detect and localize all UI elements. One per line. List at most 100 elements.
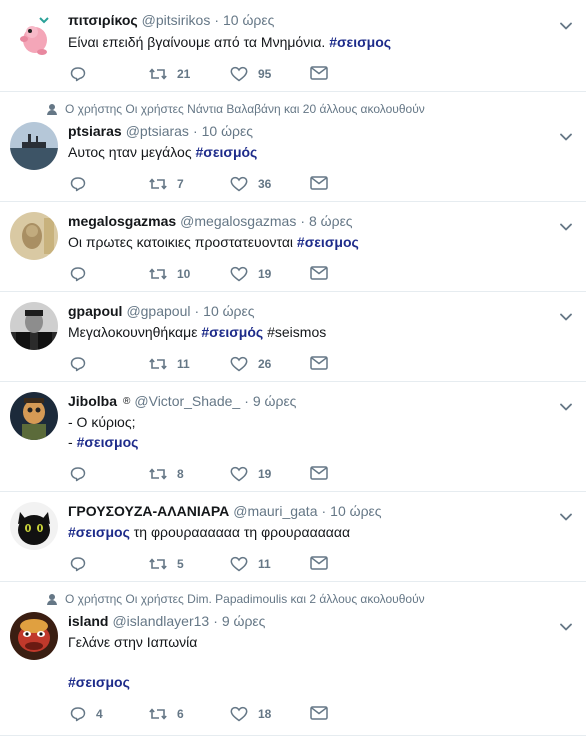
- like-button[interactable]: 95: [230, 66, 271, 82]
- like-icon: [230, 266, 258, 282]
- chevron-down-icon[interactable]: [560, 508, 572, 521]
- like-button[interactable]: 26: [230, 356, 271, 372]
- retweet-button[interactable]: 6: [149, 706, 184, 722]
- tweet-text: #σεισμος τη φρουραααααα τη φρουραααααα: [68, 522, 350, 542]
- message-button[interactable]: [310, 266, 338, 280]
- display-name[interactable]: Jibolba: [68, 393, 117, 409]
- chevron-down-icon[interactable]: [560, 17, 572, 30]
- message-button[interactable]: [310, 176, 338, 190]
- retweet-icon: [149, 706, 177, 722]
- like-count: 18: [258, 707, 272, 721]
- like-button[interactable]: 19: [230, 266, 271, 282]
- reply-button[interactable]: 4: [70, 706, 103, 722]
- hashtag-link[interactable]: #σεισμός: [195, 144, 257, 160]
- message-button[interactable]: [310, 66, 338, 80]
- tweet-text: Αυτος ηταν μεγάλος #σεισμός: [68, 142, 257, 162]
- banknote-portrait-avatar[interactable]: [10, 212, 58, 260]
- goblin-avatar[interactable]: [10, 392, 58, 440]
- ship-sea-avatar[interactable]: [10, 122, 58, 170]
- chevron-down-icon[interactable]: [560, 398, 572, 411]
- display-name[interactable]: ptsiaras: [68, 123, 122, 139]
- tweet-text: Οι πρωτες κατοικιες προστατευονται #σεισ…: [68, 232, 359, 252]
- reply-icon: [70, 266, 96, 282]
- pink-creature-avatar[interactable]: [10, 12, 58, 60]
- display-name[interactable]: πιτσιρίκος: [68, 12, 138, 28]
- reply-button[interactable]: [70, 466, 96, 482]
- message-button[interactable]: [310, 466, 338, 480]
- message-button[interactable]: [310, 356, 338, 370]
- social-context-text[interactable]: Ο χρήστης Οι χρήστες Dim. Papadimoulis κ…: [65, 592, 425, 606]
- retweet-button[interactable]: 21: [149, 66, 190, 82]
- reply-button[interactable]: [70, 556, 96, 572]
- user-handle[interactable]: @ptsiaras: [126, 123, 189, 139]
- chevron-down-icon[interactable]: [560, 618, 572, 631]
- reply-button[interactable]: [70, 66, 96, 82]
- tweet-text: Γελάνε στην Ιαπωνία: [68, 632, 197, 652]
- bw-portrait-avatar[interactable]: [10, 302, 58, 350]
- reply-button[interactable]: [70, 356, 96, 372]
- chevron-down-icon[interactable]: [560, 308, 572, 321]
- chevron-down-icon[interactable]: [560, 128, 572, 141]
- display-name[interactable]: island: [68, 613, 108, 629]
- timestamp[interactable]: 10 ώρες: [330, 503, 381, 519]
- user-handle[interactable]: @gpapoul: [126, 303, 190, 319]
- tweet-card[interactable]: gpapoul @gpapoul · 10 ώρες Μεγαλοκουνηθήκαμε…: [0, 292, 586, 382]
- retweet-button[interactable]: 7: [149, 176, 184, 192]
- user-handle[interactable]: @mauri_gata: [233, 503, 317, 519]
- display-name[interactable]: gpapoul: [68, 303, 122, 319]
- like-button[interactable]: 11: [230, 556, 271, 572]
- reply-icon: [70, 466, 96, 482]
- badge-icon: ®: [123, 395, 131, 407]
- retweet-icon: [149, 66, 177, 82]
- reply-button[interactable]: [70, 176, 96, 192]
- tweet-card[interactable]: Ο χρήστης Οι χρήστες Νάντια Βαλαβάνη και…: [0, 92, 586, 202]
- hashtag-link[interactable]: #σεισμος: [329, 34, 391, 50]
- message-button[interactable]: [310, 706, 338, 720]
- social-context-text[interactable]: Ο χρήστης Οι χρήστες Νάντια Βαλαβάνη και…: [65, 102, 425, 116]
- text-segment: -: [68, 434, 77, 450]
- tweet-text: Είναι επειδή βγαίνουμε από τα Μνημόνια. …: [68, 32, 391, 52]
- tweet-text: - #σεισμος: [68, 432, 138, 452]
- user-handle[interactable]: @megalosgazmas: [180, 213, 296, 229]
- timestamp[interactable]: 9 ώρες: [253, 393, 297, 409]
- retweet-button[interactable]: 11: [149, 356, 190, 372]
- timestamp[interactable]: 10 ώρες: [223, 12, 274, 28]
- timestamp[interactable]: 10 ώρες: [203, 303, 254, 319]
- like-button[interactable]: 19: [230, 466, 271, 482]
- display-name[interactable]: ΓΡΟΥΣΟΥΖΑ-ΑΛΑΝΙΑΡΑ: [68, 503, 229, 519]
- tweet-card[interactable]: πιτσιρίκος @pitsirikos · 10 ώρες Είναι επειδ…: [0, 0, 586, 92]
- like-button[interactable]: 36: [230, 176, 271, 192]
- timestamp[interactable]: 10 ώρες: [202, 123, 253, 139]
- hashtag-link[interactable]: #σεισμος: [77, 434, 139, 450]
- hashtag-link[interactable]: #σεισμος: [297, 234, 359, 250]
- like-icon: [230, 556, 258, 572]
- user-handle[interactable]: @pitsirikos: [142, 12, 211, 28]
- tweet-header: πιτσιρίκος @pitsirikos · 10 ώρες: [68, 12, 274, 28]
- tweet-card[interactable]: Ο χρήστης Οι χρήστες Dim. Papadimoulis κ…: [0, 582, 586, 736]
- tweet-card[interactable]: ΓΡΟΥΣΟΥΖΑ-ΑΛΑΝΙΑΡΑ @mauri_gata · 10 ώρες #σε…: [0, 492, 586, 582]
- reply-icon: [70, 706, 96, 722]
- like-button[interactable]: 18: [230, 706, 271, 722]
- message-button[interactable]: [310, 556, 338, 570]
- hashtag-link[interactable]: #σεισμός: [201, 324, 263, 340]
- tweet-card[interactable]: Jibolba ® @Victor_Shade_ · 9 ώρες - Ο κύριος;…: [0, 382, 586, 492]
- muppet-animal-avatar[interactable]: [10, 612, 58, 660]
- chevron-down-icon[interactable]: [560, 218, 572, 231]
- user-handle[interactable]: @islandlayer13: [112, 613, 209, 629]
- person-icon: [47, 103, 57, 115]
- retweet-button[interactable]: 10: [149, 266, 190, 282]
- tweet-card[interactable]: megalosgazmas @megalosgazmas · 8 ώρες Οι πρω…: [0, 202, 586, 292]
- retweet-button[interactable]: 8: [149, 466, 184, 482]
- black-cat-avatar[interactable]: [10, 502, 58, 550]
- display-name[interactable]: megalosgazmas: [68, 213, 176, 229]
- hashtag-link[interactable]: #σεισμος: [68, 524, 130, 540]
- reply-count: 4: [96, 707, 103, 721]
- hashtag-link[interactable]: #σεισμος: [68, 674, 130, 690]
- reply-button[interactable]: [70, 266, 96, 282]
- like-count: 19: [258, 467, 272, 481]
- retweet-button[interactable]: 5: [149, 556, 184, 572]
- social-context: Ο χρήστης Οι χρήστες Dim. Papadimoulis κ…: [47, 592, 425, 606]
- timestamp[interactable]: 9 ώρες: [222, 613, 266, 629]
- timestamp[interactable]: 8 ώρες: [309, 213, 353, 229]
- user-handle[interactable]: @Victor_Shade_: [134, 393, 240, 409]
